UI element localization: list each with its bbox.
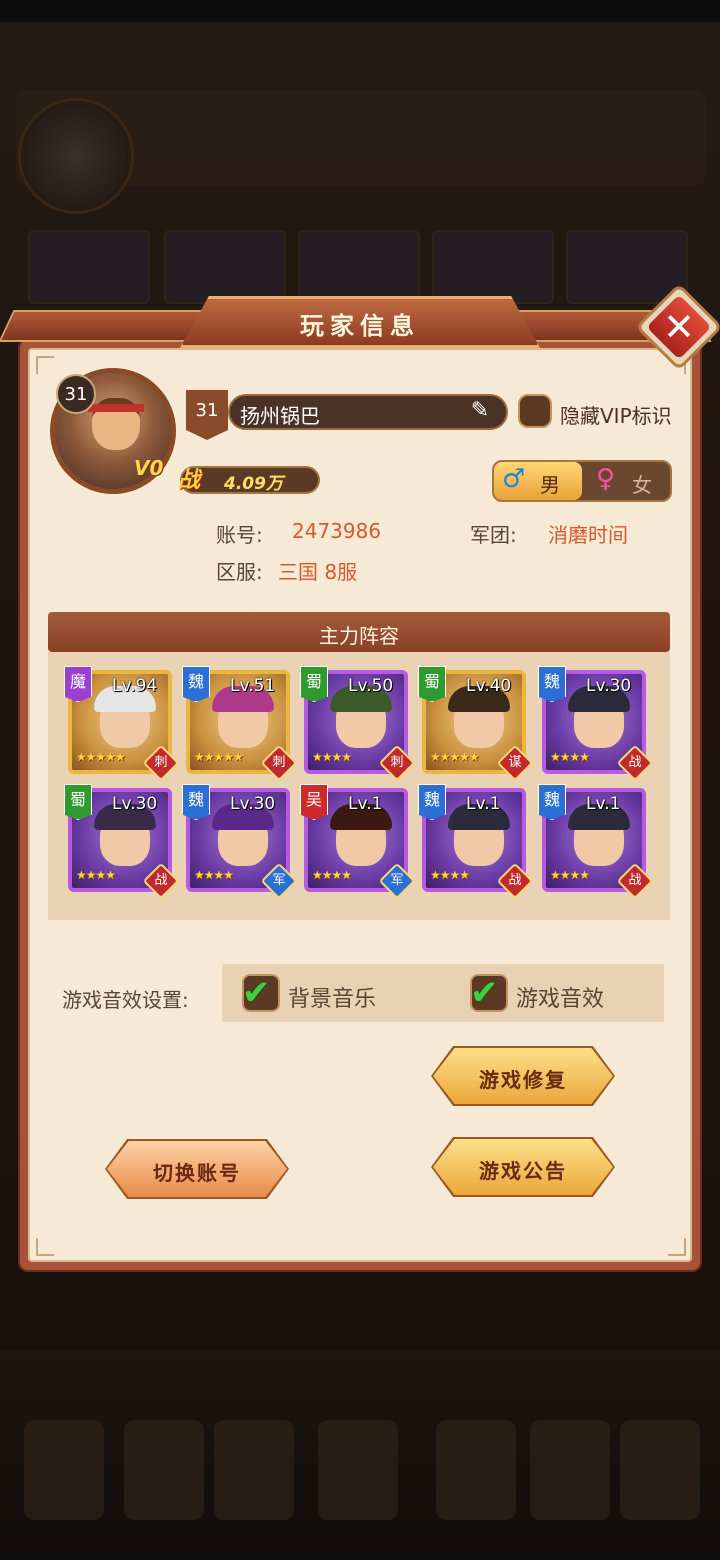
vip-tag: V0 xyxy=(134,456,164,480)
hero-level: Lv.30 xyxy=(230,794,276,814)
faction-badge: 魏 xyxy=(418,784,446,820)
account-label: 账号: xyxy=(216,523,263,547)
hero-stars: ★★★★ xyxy=(76,868,116,882)
gender-female-label[interactable]: 女 xyxy=(632,469,652,498)
game-repair-label[interactable]: 游戏修复 xyxy=(433,1064,613,1093)
faction-badge: 魔 xyxy=(64,666,92,702)
legion-value: 消磨时间 xyxy=(548,523,628,547)
hero-role-label: 战 xyxy=(628,873,642,888)
hero-stars: ★★★★★ xyxy=(76,750,126,764)
edit-name-icon[interactable]: ✎ xyxy=(466,398,494,426)
hero-role-label: 战 xyxy=(628,755,642,770)
hero-level: Lv.30 xyxy=(586,676,632,696)
faction-badge: 吴 xyxy=(300,784,328,820)
sfx-label: 游戏音效 xyxy=(516,987,605,1012)
faction-badge: 蜀 xyxy=(64,784,92,820)
corner-ornament xyxy=(668,1238,686,1256)
hero-stars: ★★★★ xyxy=(550,750,590,764)
hero-role-label: 军 xyxy=(272,873,286,888)
hero-role-label: 军 xyxy=(390,873,404,888)
faction-badge: 蜀 xyxy=(300,666,328,702)
hero-stars: ★★★★ xyxy=(194,868,234,882)
name-level-badge: 31 xyxy=(186,390,228,440)
hero-level: Lv.1 xyxy=(466,794,501,814)
hero-role-label: 谋 xyxy=(508,755,522,770)
hero-level: Lv.50 xyxy=(348,676,394,696)
gender-male-label: 男 xyxy=(540,473,560,497)
server-label: 区服: xyxy=(216,560,263,584)
switch-account-label[interactable]: 切换账号 xyxy=(107,1157,287,1186)
hero-level: Lv.94 xyxy=(112,676,158,696)
hero-role-label: 战 xyxy=(154,873,168,888)
avatar-headband xyxy=(88,404,144,412)
checkmark-icon: ✔ xyxy=(470,973,499,1013)
hero-level: Lv.1 xyxy=(586,794,621,814)
hero-level: Lv.30 xyxy=(112,794,158,814)
male-icon: ♂ xyxy=(502,464,526,494)
corner-ornament xyxy=(36,356,54,374)
faction-badge: 蜀 xyxy=(418,666,446,702)
dialog-title: 玩家信息 xyxy=(300,312,420,340)
faction-badge: 魏 xyxy=(182,784,210,820)
female-icon[interactable]: ♀ xyxy=(596,464,615,494)
hero-stars: ★★★★ xyxy=(430,868,470,882)
account-value: 2473986 xyxy=(292,519,382,543)
hero-level: Lv.1 xyxy=(348,794,383,814)
close-icon[interactable]: ✕ xyxy=(648,296,710,358)
hero-stars: ★★★★ xyxy=(312,750,352,764)
hero-level: Lv.51 xyxy=(230,676,276,696)
server-value: 三国 8服 xyxy=(278,560,358,584)
checkmark-icon: ✔ xyxy=(242,973,271,1013)
hide-vip-label: 隐藏VIP标识 xyxy=(560,404,672,428)
hero-stars: ★★★★ xyxy=(550,868,590,882)
sound-settings-label: 游戏音效设置: xyxy=(62,988,189,1012)
corner-ornament xyxy=(36,1238,54,1256)
hero-role-label: 刺 xyxy=(272,755,286,770)
combat-power-icon: 战 xyxy=(178,468,201,493)
hero-level: Lv.40 xyxy=(466,676,512,696)
hero-stars: ★★★★★ xyxy=(430,750,480,764)
hero-stars: ★★★★ xyxy=(312,868,352,882)
combat-power-value: 4.09万 xyxy=(224,474,283,494)
legion-label: 军团: xyxy=(470,523,517,547)
hero-stars: ★★★★★ xyxy=(194,750,244,764)
hero-role-label: 战 xyxy=(508,873,522,888)
faction-badge: 魏 xyxy=(182,666,210,702)
hide-vip-checkbox[interactable] xyxy=(518,394,552,428)
faction-badge: 魏 xyxy=(538,666,566,702)
lineup-title: 主力阵容 xyxy=(319,624,399,648)
player-name: 扬州锅巴 xyxy=(240,404,320,428)
game-announcement-label[interactable]: 游戏公告 xyxy=(433,1155,613,1184)
faction-badge: 魏 xyxy=(538,784,566,820)
bgm-label: 背景音乐 xyxy=(288,987,377,1012)
hero-role-label: 刺 xyxy=(390,755,404,770)
player-level-badge: 31 xyxy=(56,374,96,414)
hero-role-label: 刺 xyxy=(154,755,168,770)
